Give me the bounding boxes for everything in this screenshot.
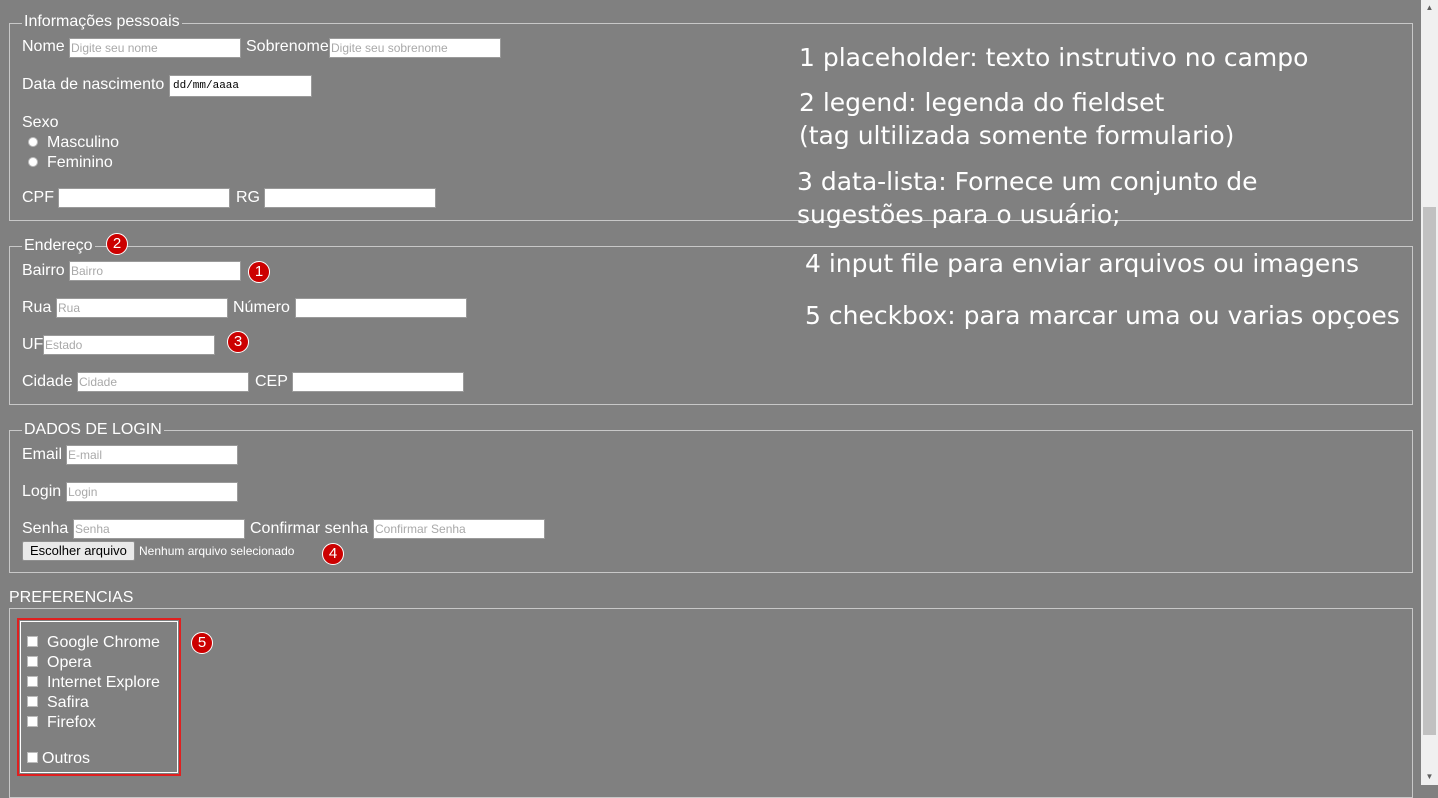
radio-feminino[interactable]: [28, 157, 38, 167]
preferences-heading: PREFERENCIAS: [9, 589, 134, 606]
login-input[interactable]: Login: [66, 482, 238, 502]
badge-4: 4: [322, 543, 344, 565]
note-3-continued: sugestões para o usuário;: [797, 200, 1121, 229]
scroll-up-arrow-icon[interactable]: ▲: [1421, 2, 1438, 14]
checkbox-safira[interactable]: [27, 696, 38, 707]
confirmar-senha-label: Confirmar senha: [250, 520, 369, 537]
bairro-label: Bairro: [22, 262, 65, 279]
note-4: 4 input file para enviar arquivos ou ima…: [805, 249, 1360, 278]
rua-label: Rua: [22, 299, 52, 316]
scrollbar-thumb[interactable]: [1423, 207, 1436, 735]
confirmar-senha-input[interactable]: Confirmar Senha: [373, 519, 545, 539]
email-input[interactable]: E-mail: [66, 445, 238, 465]
personal-info-legend: Informações pessoais: [22, 13, 182, 31]
badge-5: 5: [191, 632, 213, 654]
numero-label: Número: [233, 299, 290, 316]
radio-masculino[interactable]: [28, 137, 38, 147]
checkbox-google-chrome-label: Google Chrome: [47, 634, 160, 651]
cep-label: CEP: [255, 373, 288, 390]
checkbox-internet-explore-label: Internet Explore: [47, 674, 160, 691]
nascimento-date-input[interactable]: dd/mm/aaaa: [169, 75, 312, 97]
checkbox-google-chrome[interactable]: [27, 636, 38, 647]
file-choose-button[interactable]: Escolher arquivo: [22, 541, 135, 561]
email-label: Email: [22, 446, 63, 463]
nascimento-label: Data de nascimento: [22, 76, 165, 93]
checkbox-firefox-label: Firefox: [47, 714, 96, 731]
note-1: 1 placeholder: texto instrutivo no campo: [799, 43, 1309, 72]
address-legend: Endereço: [22, 237, 95, 255]
senha-label: Senha: [22, 520, 69, 537]
scroll-down-arrow-icon[interactable]: ▼: [1421, 771, 1438, 783]
numero-input[interactable]: [295, 298, 467, 318]
radio-feminino-label: Feminino: [47, 154, 113, 171]
nome-input[interactable]: Digite seu nome: [69, 38, 241, 58]
login-label: Login: [22, 483, 62, 500]
sobrenome-label: Sobrenome: [246, 38, 329, 55]
file-status-text: Nenhum arquivo selecionado: [139, 544, 295, 558]
note-5: 5 checkbox: para marcar uma ou varias op…: [805, 301, 1400, 330]
checkbox-outros[interactable]: [27, 752, 38, 763]
cep-input[interactable]: [292, 372, 464, 392]
rua-input[interactable]: Rua: [56, 298, 228, 318]
rg-label: RG: [236, 189, 260, 206]
radio-masculino-label: Masculino: [47, 134, 120, 151]
nome-label: Nome: [22, 38, 65, 55]
sobrenome-input[interactable]: Digite seu sobrenome: [329, 38, 501, 58]
badge-2: 2: [106, 233, 128, 255]
rg-input[interactable]: [264, 188, 436, 208]
uf-input[interactable]: Estado: [43, 335, 215, 355]
checkbox-opera[interactable]: [27, 656, 38, 667]
cpf-label: CPF: [22, 189, 54, 206]
checkbox-opera-label: Opera: [47, 654, 92, 671]
sexo-label: Sexo: [22, 114, 59, 131]
senha-input[interactable]: Senha: [73, 519, 245, 539]
preferences-fieldset: [9, 608, 1413, 798]
note-2: 2 legend: legenda do fieldset: [799, 88, 1165, 117]
checkbox-outros-label: Outros: [42, 750, 91, 767]
cidade-input[interactable]: Cidade: [77, 372, 249, 392]
note-3: 3 data-lista: Fornece um conjunto de: [797, 167, 1258, 196]
checkbox-internet-explore[interactable]: [27, 676, 38, 687]
note-2-continued: (tag ultilizada somente formulario): [799, 121, 1235, 150]
bairro-input[interactable]: Bairro: [69, 261, 241, 281]
badge-1: 1: [248, 261, 270, 283]
checkbox-firefox[interactable]: [27, 716, 38, 727]
uf-label: UF: [22, 336, 44, 353]
login-legend: DADOS DE LOGIN: [22, 421, 164, 439]
cidade-label: Cidade: [22, 373, 73, 390]
checkbox-safira-label: Safira: [47, 694, 89, 711]
badge-3: 3: [227, 331, 249, 353]
cpf-input[interactable]: [58, 188, 230, 208]
vertical-scrollbar[interactable]: ▲ ▼: [1421, 0, 1438, 785]
